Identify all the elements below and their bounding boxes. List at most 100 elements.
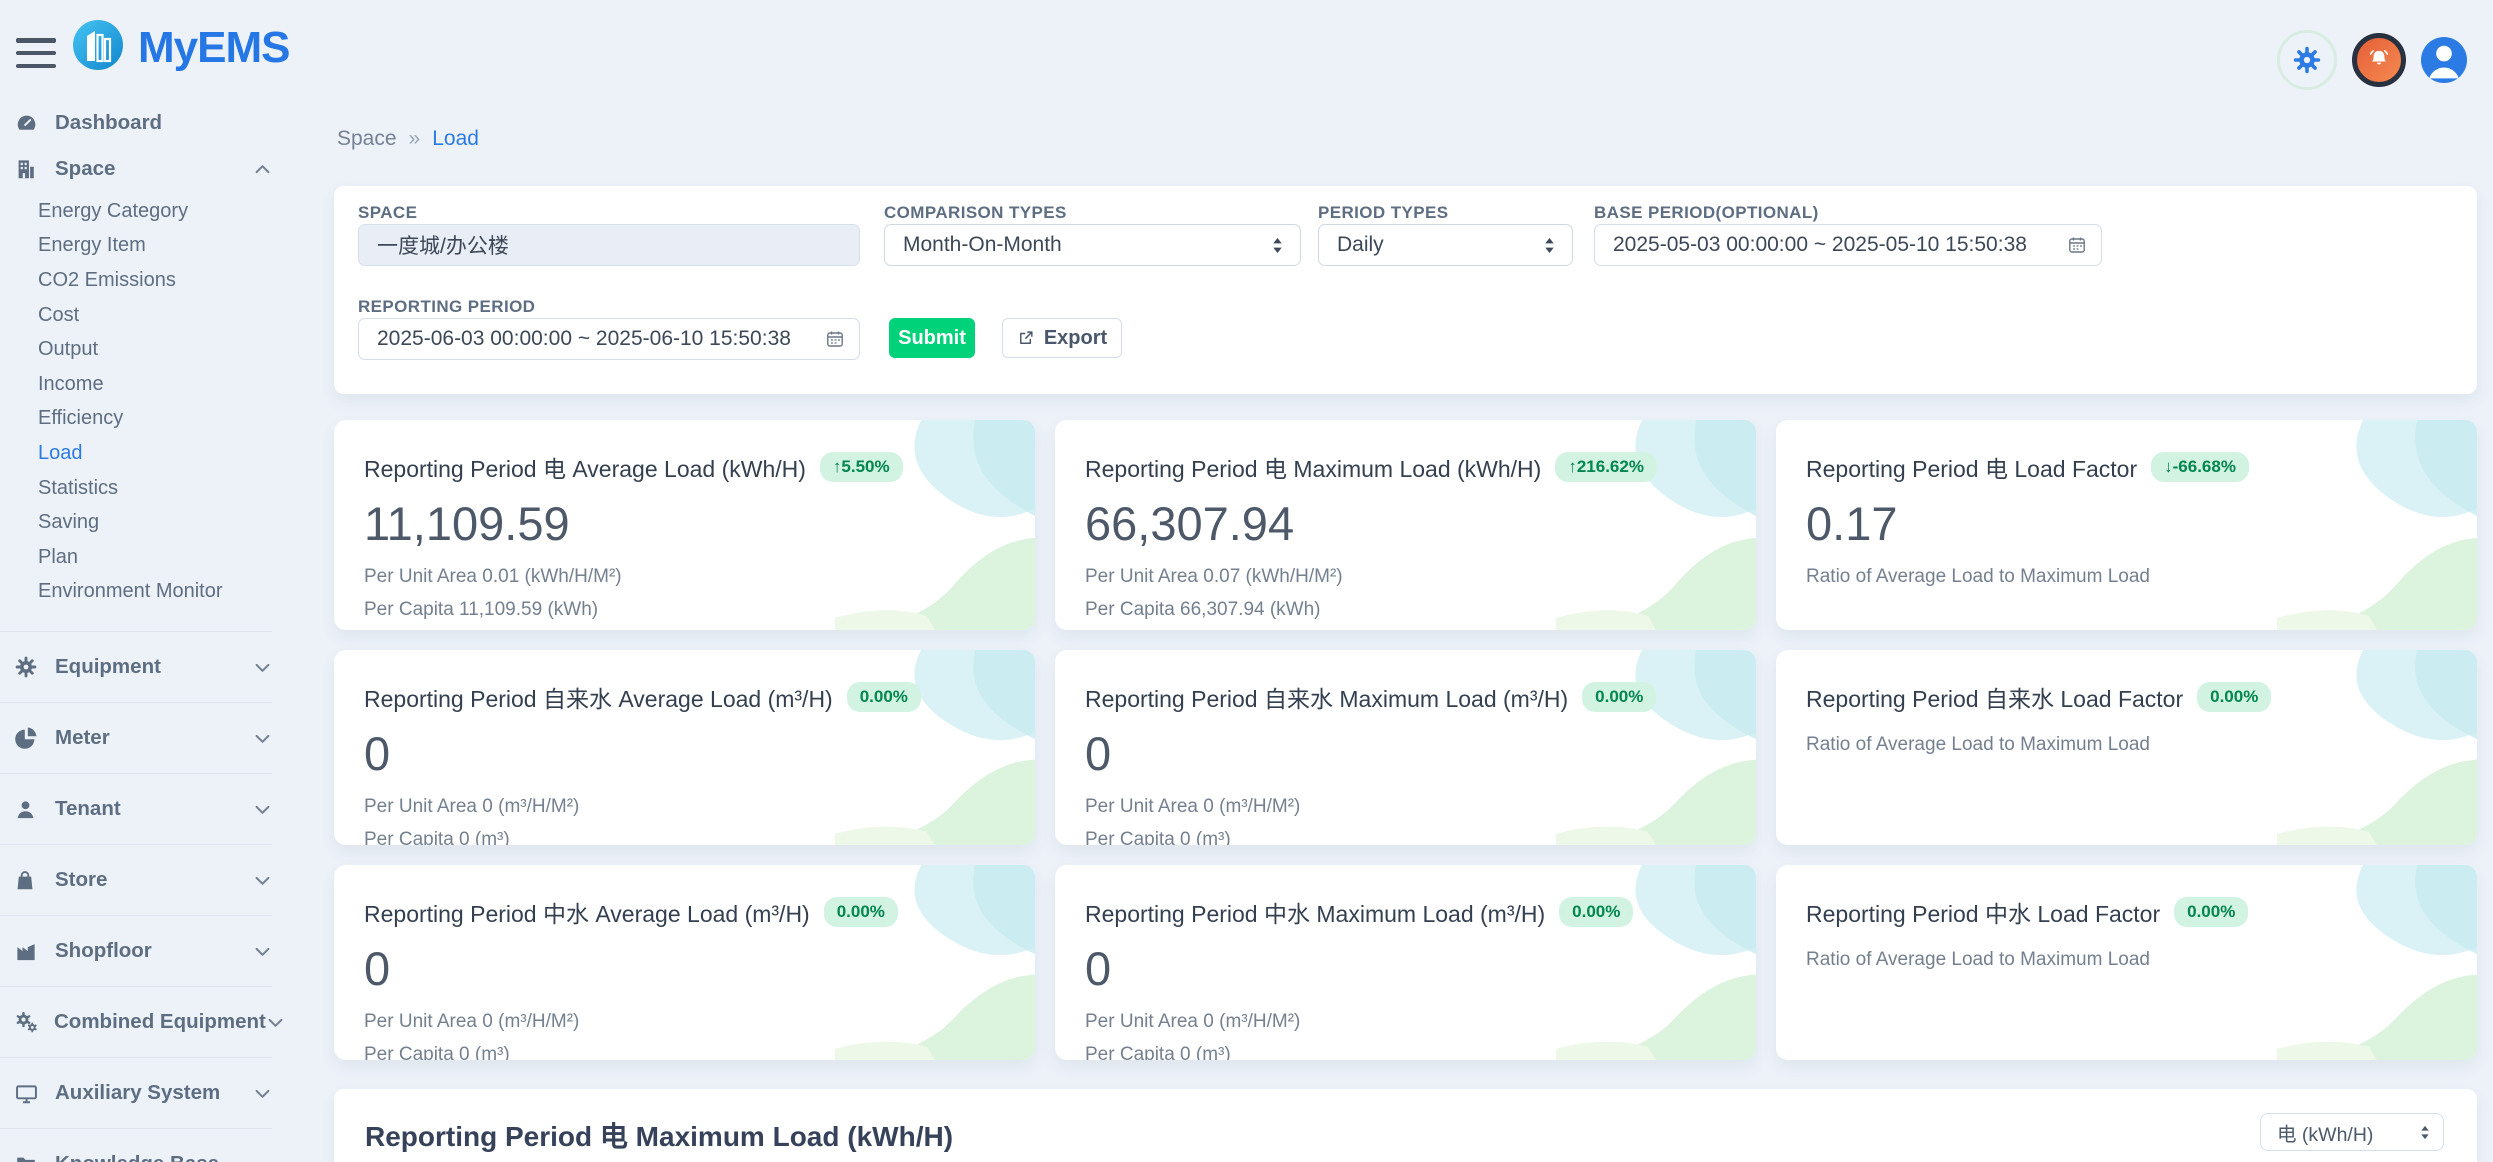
sidebar-submenu: Energy CategoryEnergy ItemCO2 EmissionsC… [0,194,318,613]
chevron-down-icon [253,800,272,819]
sidebar-item-label: Tenant [55,797,121,821]
kpi-change-badge: ↑5.50% [820,452,903,482]
space-label: SPACE [358,203,417,223]
kpi-card: Reporting Period 电 Average Load (kWh/H) … [334,420,1035,630]
user-avatar-icon[interactable] [2421,37,2467,83]
kpi-subline-1: Per Unit Area 0 (m³/H/M²) [334,796,1035,818]
chevron-down-icon [253,729,272,748]
sidebar-subitem-environment-monitor[interactable]: Environment Monitor [0,575,318,610]
kpi-value: 0.17 [1776,484,2477,551]
sidebar-subitem-energy-category[interactable]: Energy Category [0,194,318,229]
sidebar-item-meter[interactable]: Meter [0,702,272,773]
kpi-card-title: Reporting Period 自来水 Maximum Load (m³/H) [1085,680,1568,714]
base-period-input[interactable] [1594,224,2102,266]
hamburger-menu-icon[interactable] [16,38,58,68]
kpi-card: Reporting Period 中水 Load Factor 0.00% Ra… [1776,865,2477,1060]
kpi-card: Reporting Period 电 Maximum Load (kWh/H) … [1055,420,1756,630]
breadcrumb-current[interactable]: Load [432,127,479,151]
chevron-down-icon [253,871,272,890]
kpi-subline-2: Per Capita 0 (m³) [1055,829,1756,845]
kpi-change-badge: 0.00% [824,897,898,927]
chevron-down-icon [266,1013,285,1032]
submit-button[interactable]: Submit [889,318,975,358]
kpi-card-title: Reporting Period 中水 Average Load (m³/H) [364,895,810,929]
sidebar-item-label: Shopfloor [55,939,152,963]
user-icon [14,797,40,821]
space-input[interactable] [358,224,860,266]
base-period-label: BASE PERIOD(OPTIONAL) [1594,203,1819,223]
sidebar-item-shopfloor[interactable]: Shopfloor [0,915,272,986]
sidebar-item-store[interactable]: Store [0,844,272,915]
chevron-down-icon [253,942,272,961]
kpi-subline-2: Per Capita 0 (m³) [1055,1044,1756,1060]
sidebar-item-space[interactable]: Space [0,146,272,192]
app-screen: MyEMS [0,0,2493,1162]
factory-icon [14,939,40,963]
kpi-card-title: Reporting Period 中水 Maximum Load (m³/H) [1085,895,1545,929]
kpi-subline-2: Per Capita 66,307.94 (kWh) [1055,599,1756,621]
kpi-value: 0 [334,714,1035,781]
reporting-period-input[interactable] [358,318,860,360]
kpi-change-badge: ↓-66.68% [2151,452,2249,482]
sidebar-item-label: Space [55,157,115,181]
sidebar-item-auxiliary-system[interactable]: Auxiliary System [0,1057,272,1128]
kpi-card-title: Reporting Period 中水 Load Factor [1806,895,2160,929]
chart-unit-select[interactable]: 电 (kWh/H) [2260,1113,2444,1151]
sidebar-item-knowledge-base[interactable]: Knowledge Base [0,1128,272,1162]
kpi-subline-1: Per Unit Area 0 (m³/H/M²) [1055,1011,1756,1033]
updown-caret-icon [1543,237,1556,254]
kpi-value: 11,109.59 [334,484,1035,551]
kpi-subline-1: Ratio of Average Load to Maximum Load [1776,949,2477,971]
myems-logo-icon [73,20,123,75]
kpi-card-grid: Reporting Period 电 Average Load (kWh/H) … [334,420,2477,1060]
sidebar-item-tenant[interactable]: Tenant [0,773,272,844]
kpi-card-title: Reporting Period 自来水 Load Factor [1806,680,2183,714]
kpi-change-badge: 0.00% [847,682,921,712]
kpi-subline-1: Ratio of Average Load to Maximum Load [1776,734,2477,756]
sidebar-item-dashboard[interactable]: Dashboard [0,100,272,146]
building-icon [14,157,40,181]
brand-logo[interactable]: MyEMS [73,20,289,75]
settings-gear-icon[interactable] [2277,30,2337,90]
sidebar-subitem-income[interactable]: Income [0,367,318,402]
gears-icon [14,1010,39,1034]
kpi-change-badge: 0.00% [2174,897,2248,927]
pie-icon [14,726,40,750]
updown-caret-icon [1271,237,1284,254]
sidebar-subitem-energy-item[interactable]: Energy Item [0,229,318,264]
breadcrumb-parent[interactable]: Space [337,127,397,151]
period-types-label: PERIOD TYPES [1318,203,1448,223]
sidebar-subitem-efficiency[interactable]: Efficiency [0,402,318,437]
kpi-subline-2: Per Capita 0 (m³) [334,829,1035,845]
sidebar-subitem-load[interactable]: Load [0,436,318,471]
updown-caret-icon [2419,1125,2431,1140]
comparison-types-select[interactable]: Month-On-Month [884,224,1301,266]
kpi-card: Reporting Period 中水 Average Load (m³/H) … [334,865,1035,1060]
sidebar-nav: Dashboard Space Energy CategoryEnergy Item… [0,100,318,1162]
kpi-card-title: Reporting Period 电 Average Load (kWh/H) [364,450,806,484]
kpi-subline-2: Per Capita 0 (m³) [334,1044,1035,1060]
sidebar-item-label: Equipment [55,655,161,679]
sidebar-item-combined-equipment[interactable]: Combined Equipment [0,986,272,1057]
kpi-change-badge: 0.00% [1559,897,1633,927]
kpi-change-badge: ↑216.62% [1555,452,1657,482]
sidebar-subitem-output[interactable]: Output [0,332,318,367]
kpi-card-title: Reporting Period 电 Maximum Load (kWh/H) [1085,450,1541,484]
sidebar-subitem-saving[interactable]: Saving [0,505,318,540]
kpi-card-title: Reporting Period 电 Load Factor [1806,450,2137,484]
kpi-value: 66,307.94 [1055,484,1756,551]
kpi-subline-2: Per Capita 11,109.59 (kWh) [334,599,1035,621]
sidebar-subitem-statistics[interactable]: Statistics [0,471,318,506]
comparison-types-label: COMPARISON TYPES [884,203,1067,223]
sidebar-subitem-cost[interactable]: Cost [0,298,318,333]
sidebar-subitem-plan[interactable]: Plan [0,540,318,575]
notification-bell-icon[interactable] [2352,33,2406,87]
export-icon [1017,329,1035,347]
sidebar-subitem-co2-emissions[interactable]: CO2 Emissions [0,263,318,298]
gauge-icon [14,111,40,135]
kpi-card: Reporting Period 自来水 Load Factor 0.00% R… [1776,650,2477,845]
sidebar-item-equipment[interactable]: Equipment [0,631,272,702]
gear-icon [14,655,40,679]
period-types-select[interactable]: Daily [1318,224,1573,266]
export-button[interactable]: Export [1002,318,1122,358]
